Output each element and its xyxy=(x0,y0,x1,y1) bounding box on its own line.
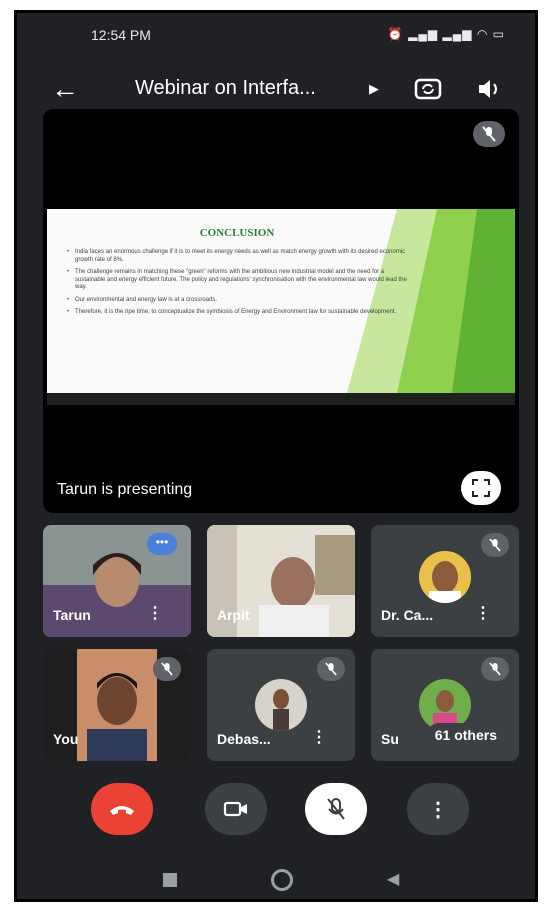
status-time: 12:54 PM xyxy=(91,27,151,43)
recents-icon[interactable] xyxy=(163,873,177,887)
meeting-title[interactable]: Webinar on Interfa... xyxy=(135,77,316,100)
call-controls: ⋮ xyxy=(17,783,535,843)
mic-off-icon xyxy=(473,121,505,147)
slide-title: CONCLUSION xyxy=(199,227,275,239)
participant-name: Tarun xyxy=(53,607,91,623)
wifi-icon: ◠ xyxy=(476,27,489,41)
more-options-icon[interactable]: ••• xyxy=(147,533,177,555)
video-camera-icon xyxy=(223,801,247,817)
hang-up-icon xyxy=(110,806,134,815)
avatar xyxy=(255,679,307,731)
participant-name: You xyxy=(53,731,79,747)
others-count[interactable]: 61 others xyxy=(426,723,505,747)
presenter-label: Tarun is presenting xyxy=(57,481,193,498)
participant-name: Arpit xyxy=(217,607,250,623)
presentation-stage: CONCLUSION India faces an enormous chall… xyxy=(43,109,519,513)
mic-off-icon xyxy=(481,657,509,681)
battery-icon: ▭ xyxy=(492,27,505,41)
speaker-icon[interactable] xyxy=(475,75,503,103)
participant-tile[interactable]: Su 61 others xyxy=(371,649,519,761)
back-triangle-icon[interactable]: ◀ xyxy=(387,869,399,889)
more-options-button[interactable]: ⋮ xyxy=(407,783,469,835)
presenter-taskbar xyxy=(47,393,515,405)
alarm-icon: ⏰ xyxy=(387,27,404,41)
participant-tile[interactable]: Debas... ⋮ xyxy=(207,649,355,761)
participant-name: Su xyxy=(381,731,399,747)
kebab-menu-icon[interactable]: ⋮ xyxy=(311,727,327,747)
participant-name: Debas... xyxy=(217,731,271,747)
participant-tile[interactable]: Arpit xyxy=(207,525,355,637)
kebab-menu-icon[interactable]: ⋮ xyxy=(475,603,491,623)
caret-right-icon[interactable]: ▶ xyxy=(369,81,379,97)
participant-tile[interactable]: Dr. Ca... ⋮ xyxy=(371,525,519,637)
slide-bullet: The challenge remains in matching these … xyxy=(67,269,407,292)
back-arrow-icon[interactable]: ← xyxy=(51,73,79,105)
fullscreen-icon[interactable] xyxy=(461,471,501,505)
kebab-menu-icon: ⋮ xyxy=(428,798,448,821)
switch-camera-icon[interactable] xyxy=(413,73,443,103)
kebab-menu-icon[interactable]: ⋮ xyxy=(147,603,163,623)
slide-bullet: Our environmental and energy law is at a… xyxy=(67,297,407,305)
slide-bullet: India faces an enormous challenge if it … xyxy=(67,249,407,264)
shared-slide: CONCLUSION India faces an enormous chall… xyxy=(47,209,515,393)
status-bar: 12:54 PM ⏰ ▂▄▆ ▂▄▆ ◠ ▭ xyxy=(17,13,535,59)
avatar xyxy=(419,551,471,603)
system-nav-bar: ◀ xyxy=(17,859,535,899)
slide-bullets: India faces an enormous challenge if it … xyxy=(67,249,407,322)
end-call-button[interactable] xyxy=(91,783,153,835)
signal-icon: ▂▄▆ xyxy=(442,27,473,41)
mic-off-icon xyxy=(317,657,345,681)
microphone-button[interactable] xyxy=(305,783,367,835)
participant-name: Dr. Ca... xyxy=(381,607,434,623)
home-icon[interactable] xyxy=(271,869,293,891)
mic-off-icon xyxy=(481,533,509,557)
signal-icon: ▂▄▆ xyxy=(408,27,439,41)
participant-tile[interactable]: You xyxy=(43,649,191,761)
status-icons: ⏰ ▂▄▆ ▂▄▆ ◠ ▭ xyxy=(388,27,505,41)
meet-screen: 12:54 PM ⏰ ▂▄▆ ▂▄▆ ◠ ▭ ← Webinar on Inte… xyxy=(14,10,538,902)
slide-bullet: Therefore, it is the ripe time, to conce… xyxy=(67,309,407,317)
mic-off-icon xyxy=(153,657,181,681)
participant-tile[interactable]: ••• Tarun ⋮ xyxy=(43,525,191,637)
camera-button[interactable] xyxy=(205,783,267,835)
mic-off-icon xyxy=(327,798,345,820)
